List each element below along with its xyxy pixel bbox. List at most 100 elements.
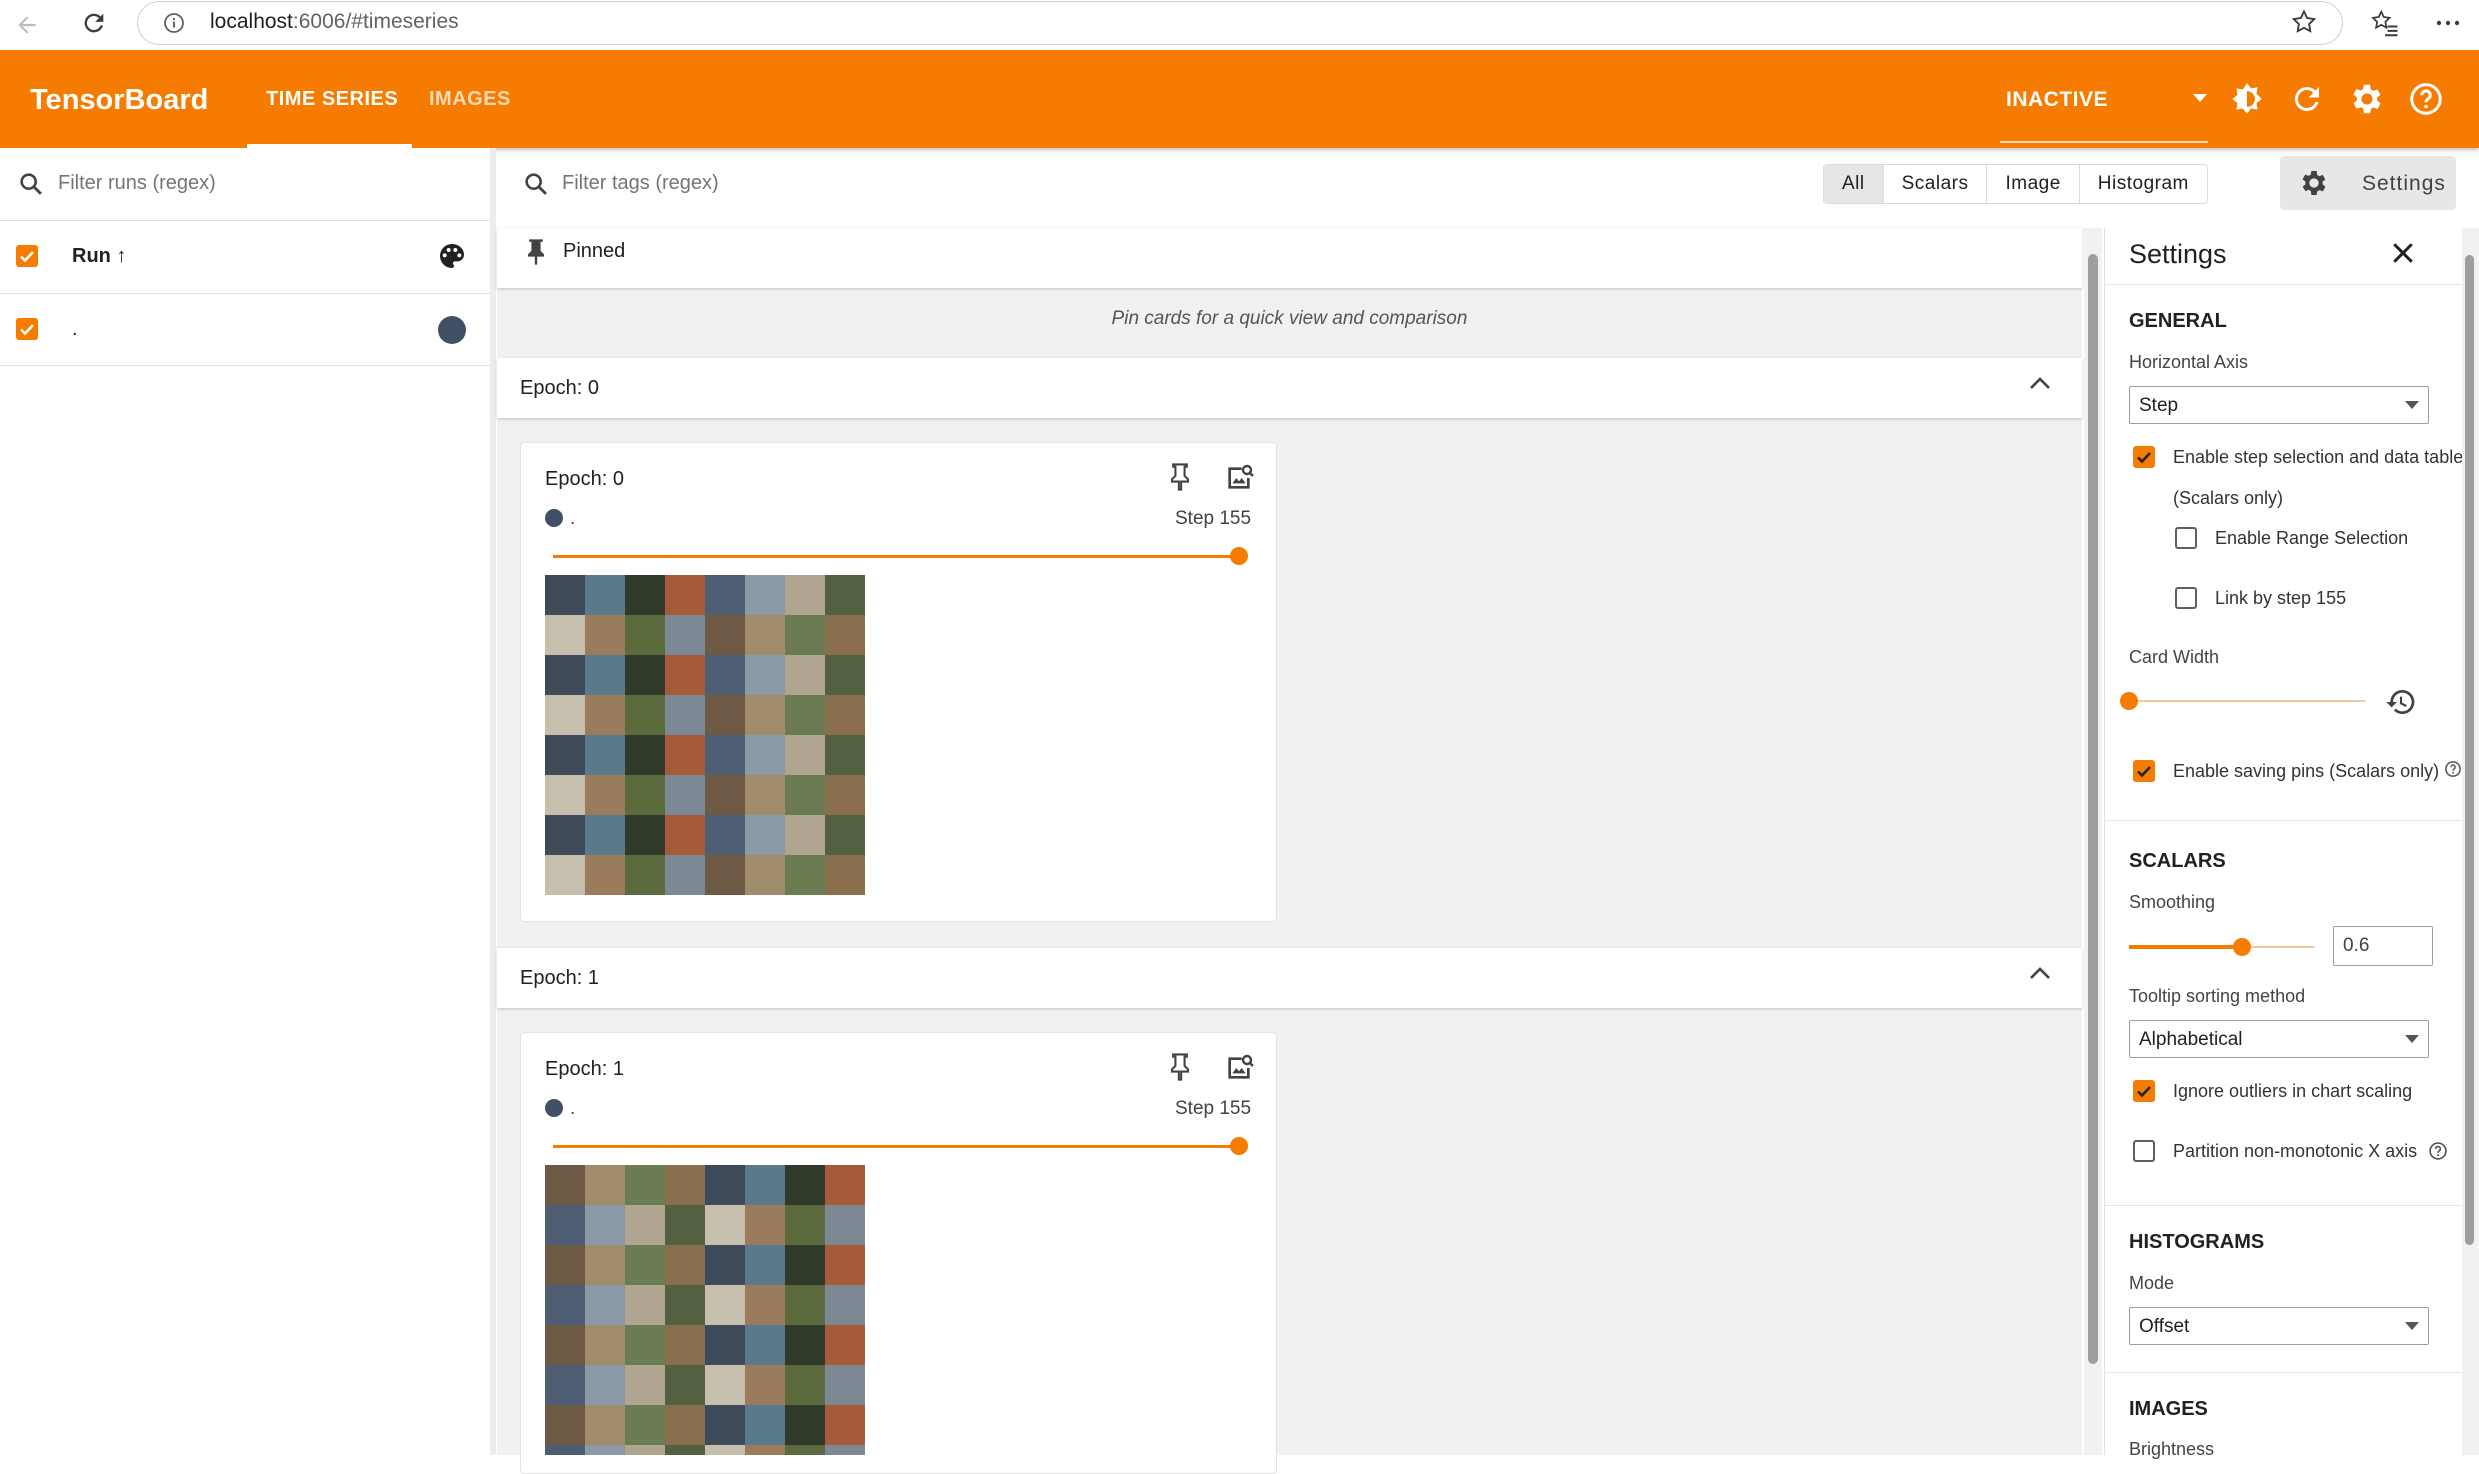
collapse-chevron-icon[interactable] [2027,374,2053,392]
sample-image-tile [545,735,585,775]
tooltip-sort-value: Alphabetical [2139,1029,2243,1050]
sample-image-tile [785,1325,825,1365]
plugin-status-dropdown[interactable]: INACTIVE [2006,88,2108,112]
site-info-icon[interactable] [162,11,186,35]
filter-image-button[interactable]: Image [1986,165,2078,203]
sample-image-tile [545,1245,585,1285]
settings-scrollbar-thumb[interactable] [2465,255,2474,1245]
sample-image-tile [665,1365,705,1405]
bookmark-star-icon[interactable] [2290,8,2318,36]
refresh-icon[interactable] [2289,81,2325,117]
ignore-outliers-label: Ignore outliers in chart scaling [2173,1081,2413,1101]
sample-image-tile [625,815,665,855]
horizontal-axis-label: Horizontal Axis [2129,352,2249,372]
partition-x-checkbox[interactable] [2133,1140,2155,1162]
group-header-epoch-0[interactable] [497,358,2082,418]
palette-icon[interactable] [436,240,468,272]
divider [0,220,490,221]
step-slider-thumb[interactable] [1230,1137,1248,1155]
sample-image-tile [665,1445,705,1455]
sample-image-tile [785,615,825,655]
sample-image-tile [545,695,585,735]
sample-image-tile [585,575,625,615]
tab-images[interactable]: IMAGES [429,88,511,111]
sample-image-tile [585,775,625,815]
image-sample-grid [545,1165,865,1455]
filter-histogram-button[interactable]: Histogram [2078,165,2207,203]
select-all-runs-checkbox[interactable] [16,245,38,267]
run-checkbox[interactable] [16,318,38,340]
sample-image-tile [745,815,785,855]
sample-image-tile [625,1165,665,1205]
run-color-dot [545,509,563,527]
chevron-down-icon [2405,401,2419,409]
sample-image-tile [665,695,705,735]
link-step-checkbox[interactable] [2175,587,2197,609]
sample-image-tile [625,1205,665,1245]
filter-scalars-button[interactable]: Scalars [1882,165,1987,203]
sample-image-tile [745,855,785,895]
theme-toggle-icon[interactable] [2228,80,2266,118]
sample-image-tile [705,1205,745,1245]
help-icon[interactable] [2408,81,2444,117]
card-title: Epoch: 1 [545,1058,624,1080]
range-selection-checkbox[interactable] [2175,527,2197,549]
image-settings-icon[interactable] [1223,1052,1255,1084]
back-icon[interactable] [14,12,40,38]
sample-image-tile [785,1405,825,1445]
sample-image-tile [625,1365,665,1405]
address-bar[interactable] [137,1,2343,45]
dropdown-arrow-icon[interactable] [2192,93,2208,103]
sample-image-tile [705,1445,745,1455]
run-column-header[interactable]: Run ↑ [72,245,126,268]
saving-pins-checkbox[interactable] [2133,760,2155,782]
ignore-outliers-checkbox[interactable] [2133,1080,2155,1102]
collapse-chevron-icon[interactable] [2027,964,2053,982]
tab-time-series[interactable]: TIME SERIES [266,88,398,111]
image-settings-icon[interactable] [1223,462,1255,494]
step-slider-track[interactable] [553,555,1239,558]
card-width-slider-thumb[interactable] [2120,692,2138,710]
url-path: :6006/#timeseries [292,10,459,33]
step-selection-label: Enable step selection and data table [2173,447,2463,467]
sample-image-tile [705,1245,745,1285]
sample-image-tile [625,855,665,895]
tags-filter-input[interactable]: Filter tags (regex) [562,172,719,195]
sample-image-tile [785,775,825,815]
sample-image-tile [785,1365,825,1405]
sample-image-tile [825,815,865,855]
filter-all-button[interactable]: All [1824,165,1883,203]
sample-image-tile [705,815,745,855]
sample-image-tile [705,1165,745,1205]
runs-sidebar [0,148,496,1455]
favorites-icon[interactable] [2370,8,2400,38]
main-scrollbar-thumb[interactable] [2088,254,2098,1364]
smoothing-slider-thumb[interactable] [2232,938,2251,956]
pin-card-icon[interactable] [1166,461,1194,493]
group-header-epoch-1[interactable] [497,948,2082,1008]
sample-image-tile [665,1165,705,1205]
more-menu-icon[interactable] [2434,10,2462,36]
pin-card-icon[interactable] [1166,1051,1194,1083]
help-circle-icon[interactable] [2444,760,2462,778]
reload-icon[interactable] [80,9,108,37]
sample-image-tile [745,575,785,615]
close-icon[interactable] [2388,238,2418,268]
run-name: . [72,318,78,340]
step-slider-thumb[interactable] [1230,547,1248,565]
divider [0,365,490,366]
help-circle-icon[interactable] [2428,1141,2448,1161]
sample-image-tile [545,1285,585,1325]
sample-image-tile [825,1365,865,1405]
reset-icon[interactable] [2385,686,2417,718]
step-selection-checkbox[interactable] [2133,446,2155,468]
card-width-slider-track[interactable] [2129,700,2365,702]
settings-button-label: Settings [2362,172,2446,195]
range-selection-label: Enable Range Selection [2215,528,2409,548]
step-slider-track[interactable] [553,1145,1239,1148]
sample-image-tile [585,1325,625,1365]
runs-filter-input[interactable]: Filter runs (regex) [58,172,216,195]
settings-gear-icon[interactable] [2348,80,2386,118]
sample-image-tile [785,1245,825,1285]
run-color-swatch[interactable] [438,316,466,344]
